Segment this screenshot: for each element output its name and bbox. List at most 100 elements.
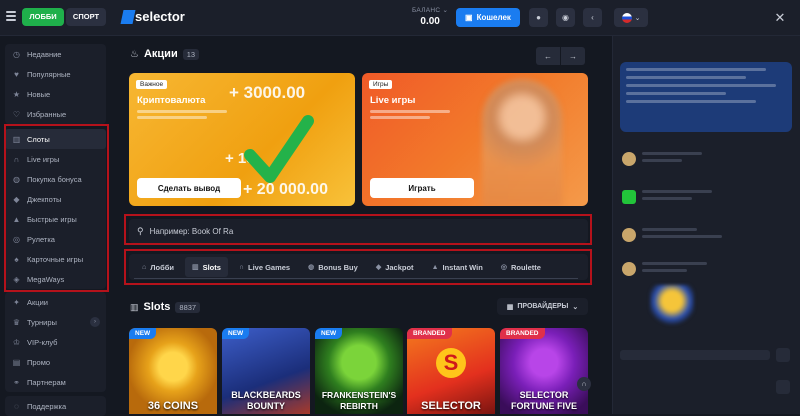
emoji-button[interactable] (776, 380, 790, 394)
game-title: SELECTOR (421, 400, 481, 412)
chat-input[interactable] (620, 350, 770, 360)
profile-button[interactable]: ● (529, 8, 548, 27)
game-title: SELECTOR FORTUNE FIVE (510, 390, 577, 411)
carousel-prev-button[interactable]: ← (536, 47, 560, 65)
chat-sticker-image (650, 285, 694, 325)
game-card[interactable]: BRANDED S SELECTOR (407, 328, 495, 414)
slots-title: Slots (143, 301, 171, 313)
chat-message (622, 228, 722, 242)
sidebar-item-label: Новые (27, 89, 51, 99)
lobby-button[interactable]: ЛОББИ (22, 8, 64, 26)
sidebar-item-promotions[interactable]: ✦ Акции (5, 292, 106, 312)
logo-text: selector (135, 9, 185, 24)
game-badge: NEW (315, 328, 343, 339)
sidebar-item-label: Турниры (27, 317, 57, 327)
chevron-down-icon: ⌄ (634, 14, 641, 22)
game-title: FRANKENSTEIN'S REBIRTH (321, 390, 397, 411)
top-bar: ЛОББИ СПОРТ selector БАЛАНС ⌄ 0.00 ▣ Кош… (0, 0, 800, 36)
promo-icon: ▤ (12, 357, 21, 367)
sidebar-item-support[interactable]: ◌ Поддержка (5, 396, 106, 416)
highlight-tabs (124, 249, 592, 285)
language-select[interactable]: ⌄ (614, 8, 648, 27)
promo-banner-live[interactable]: Игры Live игры Играть (362, 73, 588, 206)
carousel-next-button[interactable]: → (561, 47, 585, 65)
heart-icon: ♥ (14, 69, 19, 79)
game-badge: NEW (222, 328, 250, 339)
sidebar-item-partners[interactable]: ⚭ Партнерам (5, 372, 106, 392)
chat-announcement (620, 62, 792, 132)
chevron-right-icon[interactable]: › (90, 317, 100, 327)
chat-message (622, 190, 712, 204)
avatar (622, 190, 636, 204)
sidebar-item-label: Акции (27, 297, 48, 307)
clock-icon: ◷ (13, 49, 20, 59)
gift-icon: ✦ (13, 297, 20, 307)
headset-icon: ∩ (581, 380, 587, 388)
sidebar-item-label: Промо (27, 357, 51, 367)
game-card[interactable]: BRANDED SELECTOR FORTUNE FIVE (500, 328, 588, 414)
carousel-arrows: ← → (536, 47, 585, 65)
sidebar-item-vip[interactable]: ♔ VIP-клуб (5, 332, 106, 352)
promo-title: Криптовалюта (137, 95, 206, 106)
avatar (622, 262, 636, 276)
slot-icon: ▥ (130, 301, 139, 312)
chevron-left-icon: ‹ (591, 13, 594, 22)
balance-label: БАЛАНС ⌄ (412, 7, 449, 14)
promo-description (137, 110, 229, 124)
promo-tag: Важное (136, 80, 168, 89)
slots-count: 8837 (175, 301, 201, 313)
game-badge: BRANDED (407, 328, 452, 339)
providers-dropdown[interactable]: ▦ ПРОВАЙДЕРЫ ⌄ (497, 298, 588, 315)
arrow-left-icon: ← (544, 51, 552, 61)
sidebar-item-tournaments[interactable]: ♛ Турниры › (5, 312, 106, 332)
sport-button[interactable]: СПОРТ (66, 8, 106, 26)
promo-amount: + 3000.00 (229, 83, 306, 102)
sidebar-item-label: Поддержка (27, 401, 67, 411)
chevron-down-icon: ⌄ (442, 7, 449, 14)
chat-icon: ◉ (562, 13, 569, 22)
support-chat-button[interactable]: ∩ (577, 377, 591, 391)
sidebar-item-recent[interactable]: ◷ Недавние (5, 44, 106, 64)
handshake-icon: ⚭ (13, 377, 20, 387)
sidebar-item-favorites[interactable]: ♡ Избранные (5, 104, 106, 124)
promotions-header: ♨ Акции 13 (130, 48, 200, 60)
send-button[interactable] (776, 348, 790, 362)
chat-message (622, 262, 707, 276)
game-title: 36 COINS (147, 400, 199, 412)
crown-icon: ♔ (12, 337, 21, 347)
highlight-sidebar-categories (4, 124, 109, 292)
sidebar-item-label: Недавние (27, 49, 62, 59)
sidebar-group-recent: ◷ Недавние ♥ Популярные ★ Новые ♡ Избранные (5, 44, 106, 124)
star-icon: ★ (12, 89, 21, 99)
sidebar-item-popular[interactable]: ♥ Популярные (5, 64, 106, 84)
chat-button[interactable]: ◉ (556, 8, 575, 27)
balance[interactable]: БАЛАНС ⌄ 0.00 (412, 6, 448, 27)
flag-russia-icon (621, 12, 632, 23)
selector-s-logo-icon: S (436, 348, 466, 378)
sidebar-item-promo[interactable]: ▤ Промо (5, 352, 106, 372)
chat-message (622, 152, 702, 166)
wallet-button[interactable]: ▣ Кошелек (456, 8, 520, 27)
sidebar-item-label: Партнерам (27, 377, 66, 387)
sidebar-item-new[interactable]: ★ Новые (5, 84, 106, 104)
checkmark-icon (244, 115, 314, 183)
providers-label: ПРОВАЙДЕРЫ (517, 303, 569, 310)
play-button[interactable]: Играть (370, 178, 474, 198)
slots-header: ▥ Slots 8837 (130, 301, 201, 313)
close-icon[interactable]: ✕ (770, 8, 790, 28)
trophy-icon: ♛ (12, 317, 21, 327)
game-card[interactable]: NEW FRANKENSTEIN'S REBIRTH (315, 328, 403, 414)
game-title: BLACKBEARDS BOUNTY (231, 390, 301, 411)
game-card[interactable]: NEW BLACKBEARDS BOUNTY (222, 328, 310, 414)
game-badge: NEW (129, 328, 157, 339)
promo-description (370, 110, 462, 124)
withdraw-button[interactable]: Сделать вывод (137, 178, 241, 198)
promo-title: Live игры (370, 95, 416, 106)
menu-icon[interactable] (6, 11, 16, 21)
collapse-button[interactable]: ‹ (583, 8, 602, 27)
user-icon: ● (536, 13, 541, 22)
promo-banner-crypto[interactable]: + 3000.00 + 15 + 20 000.00 Важное Крипто… (129, 73, 355, 206)
logo[interactable]: selector (120, 8, 185, 26)
promotions-title: Акции (143, 48, 178, 60)
game-card[interactable]: NEW 36 COINS (129, 328, 217, 414)
